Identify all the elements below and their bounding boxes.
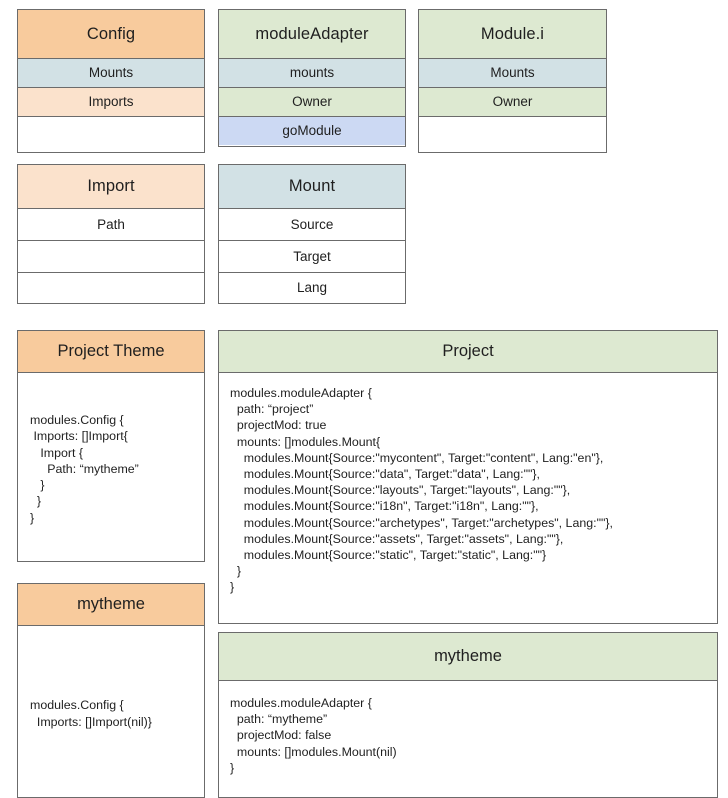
class-box-config[interactable]: Config Mounts Imports [17,9,205,153]
class-header-moduleadapter: moduleAdapter [219,10,405,59]
note-box-mytheme-adapter[interactable]: mytheme modules.moduleAdapter { path: “m… [218,632,718,798]
class-attribute-mount-lang: Lang [219,273,405,302]
note-code-project: modules.moduleAdapter { path: “project” … [230,386,613,595]
note-code-project-theme: modules.Config { Imports: []Import{ Impo… [18,373,204,561]
diagram-canvas: Config Mounts Imports moduleAdapter moun… [0,0,728,798]
class-box-mount[interactable]: Mount Source Target Lang [218,164,406,304]
class-attribute-import-empty-2 [18,273,204,302]
class-attribute-moduleadapter-mounts: mounts [219,59,405,88]
class-header-import: Import [18,165,204,209]
class-box-import[interactable]: Import Path [17,164,205,304]
class-attribute-moduleadapter-owner: Owner [219,88,405,117]
class-box-moduleadapter[interactable]: moduleAdapter mounts Owner goModule [218,9,406,147]
note-code-mytheme-adapter: modules.moduleAdapter { path: “mytheme” … [230,696,397,775]
class-attribute-mount-source: Source [219,209,405,241]
class-header-modulei: Module.i [419,10,606,59]
note-code-text-project-theme: modules.Config { Imports: []Import{ Impo… [30,413,139,525]
class-attribute-import-path: Path [18,209,204,241]
class-attribute-mount-target: Target [219,241,405,273]
note-box-mytheme-config[interactable]: mytheme modules.Config { Imports: []Impo… [17,583,205,798]
note-title-project: Project [219,331,717,373]
note-code-text-mytheme-config: modules.Config { Imports: []Import(nil)} [30,698,152,729]
note-title-mytheme-config: mytheme [18,584,204,626]
class-attribute-modulei-mounts: Mounts [419,59,606,88]
note-code-mytheme-config: modules.Config { Imports: []Import(nil)} [18,626,204,797]
note-box-project-theme[interactable]: Project Theme modules.Config { Imports: … [17,330,205,562]
class-attribute-config-imports: Imports [18,88,204,117]
note-title-project-theme: Project Theme [18,331,204,373]
class-attribute-modulei-empty [419,117,606,151]
class-header-config: Config [18,10,204,59]
class-attribute-modulei-owner: Owner [419,88,606,117]
class-attribute-import-empty-1 [18,241,204,273]
class-attribute-config-empty [18,117,204,151]
class-box-modulei[interactable]: Module.i Mounts Owner [418,9,607,153]
note-box-project[interactable]: Project modules.moduleAdapter { path: “p… [218,330,718,624]
note-title-mytheme-adapter: mytheme [219,633,717,681]
class-header-mount: Mount [219,165,405,209]
class-attribute-moduleadapter-gomodule: goModule [219,117,405,145]
class-attribute-config-mounts: Mounts [18,59,204,88]
